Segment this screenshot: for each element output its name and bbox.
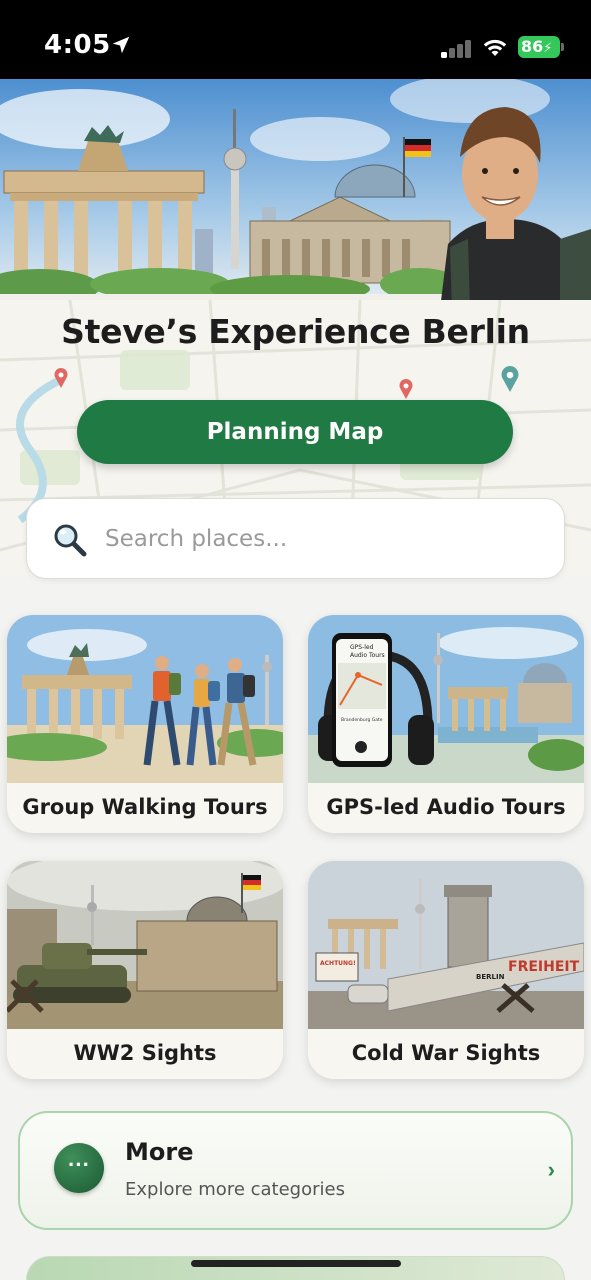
category-label: WW2 Sights (73, 1041, 217, 1065)
search-input[interactable] (105, 521, 535, 557)
category-card-gps-audio[interactable]: GPS-led Audio Tours Brandenburg Gate GPS… (308, 615, 584, 833)
wall-tag: BERLIN (476, 973, 505, 981)
walking-group-illustration (7, 615, 283, 783)
page-title: Steve’s Experience Berlin (61, 312, 530, 351)
warning-sign: ACHTUNG! (320, 960, 356, 967)
ww2-illustration (7, 861, 283, 1029)
wall-graffiti: FREIHEIT (508, 959, 580, 975)
map-pin-icon (501, 366, 519, 392)
search-icon (54, 524, 87, 557)
hero-banner (0, 79, 591, 309)
phone-app-title: GPS-led (350, 644, 374, 651)
more-title: More (125, 1138, 194, 1166)
map-pin-icon (399, 379, 413, 399)
cold-war-illustration: FREIHEIT BERLIN ACHTUNG! (308, 861, 584, 1029)
phone-stop-name: Brandenburg Gate (341, 717, 383, 723)
battery-cap (561, 43, 564, 51)
more-dots-icon: ··· (54, 1143, 104, 1193)
status-bar: 4:05 86⚡ (0, 0, 591, 79)
home-indicator[interactable] (191, 1260, 401, 1267)
chevron-right-icon: › (547, 1157, 555, 1182)
status-time: 4:05 (44, 30, 111, 60)
audio-tour-illustration: GPS-led Audio Tours Brandenburg Gate (308, 615, 584, 783)
more-categories-button[interactable]: ··· More Explore more categories › (18, 1111, 573, 1230)
wifi-icon (483, 39, 507, 56)
category-label: GPS-led Audio Tours (326, 795, 566, 819)
planning-map-button[interactable]: Planning Map (77, 400, 513, 464)
search-bar[interactable] (26, 498, 565, 579)
more-subtitle: Explore more categories (125, 1179, 345, 1200)
map-pin-icon (54, 368, 68, 388)
category-card-cold-war[interactable]: FREIHEIT BERLIN ACHTUNG! Cold War Sights (308, 861, 584, 1079)
category-label: Cold War Sights (351, 1041, 541, 1065)
category-card-group-walking[interactable]: Group Walking Tours (7, 615, 283, 833)
berlin-skyline-illustration (0, 79, 591, 309)
battery-indicator: 86⚡ (518, 36, 560, 58)
category-card-ww2[interactable]: WW2 Sights (7, 861, 283, 1079)
location-arrow-icon (112, 36, 130, 54)
cellular-signal-icon (441, 38, 475, 58)
app-screen: 4:05 86⚡ Steve’s Experience Berlin Plann… (0, 0, 591, 1280)
svg-text:Audio Tours: Audio Tours (350, 652, 385, 659)
category-label: Group Walking Tours (22, 795, 268, 819)
